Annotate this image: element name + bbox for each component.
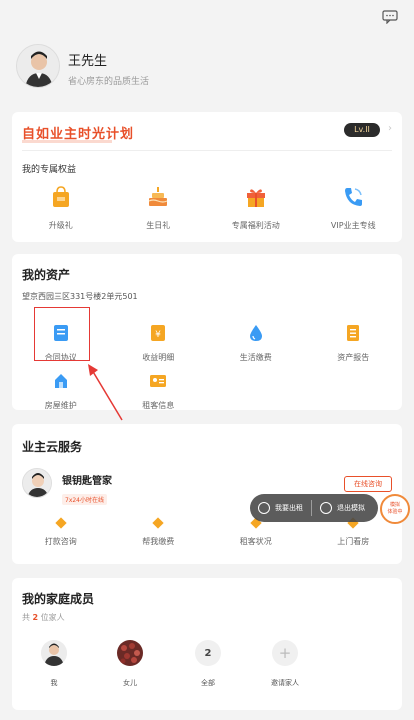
- family-title: 我的家庭成员: [22, 592, 95, 606]
- member-label: 我: [50, 679, 58, 687]
- perks-grid: 升级礼 生日礼 专属福利活动 VIP业主专线: [12, 184, 402, 231]
- phone-icon: [340, 184, 366, 210]
- svg-text:¥: ¥: [155, 330, 161, 340]
- online-consult-button[interactable]: 在线咨询: [344, 476, 392, 492]
- service-pay-bills[interactable]: 帮我缴费: [110, 516, 208, 547]
- member-count-circle: 2: [195, 640, 221, 666]
- asset-label: 租客信息: [142, 401, 175, 410]
- agent-name: 银钥匙管家: [62, 476, 112, 487]
- avatar: [117, 640, 143, 666]
- gift-box-icon: [243, 184, 269, 210]
- owner-plan-card: 自如业主时光计划 Lv.II › 我的专属权益 升级礼 生日礼 专属福利活动 V…: [12, 112, 402, 242]
- invite-family-button[interactable]: + 邀请家人: [265, 640, 305, 688]
- agent-availability-badge: 7x24小时在线: [62, 494, 108, 505]
- family-count: 2: [32, 613, 39, 622]
- tag-icon: [145, 516, 171, 530]
- family-card: 我的家庭成员 共 2 位家人 我 女儿 2 全部 + 邀请家人: [12, 578, 402, 710]
- perk-label: VIP业主专线: [330, 221, 376, 230]
- asset-label: 资产报告: [337, 353, 370, 362]
- agent-avatar[interactable]: [22, 468, 52, 498]
- simulation-toolbar: 我要出租 退出模拟: [250, 494, 378, 522]
- perk-birthday-gift[interactable]: 生日礼: [110, 184, 208, 231]
- app-screen: 王先生 省心房东的品质生活 自如业主时光计划 Lv.II › 我的专属权益 升级…: [0, 0, 414, 720]
- family-count-text: 共 2 位家人: [22, 612, 65, 623]
- service-label: 上门看房: [337, 537, 370, 546]
- simulation-badge[interactable]: 模拟 体验中: [380, 494, 410, 524]
- exit-icon: [320, 502, 332, 514]
- exit-simulation-button[interactable]: 退出模拟: [312, 494, 365, 522]
- income-item[interactable]: ¥ 收益明细: [110, 320, 208, 363]
- service-label: 打款咨询: [44, 537, 77, 546]
- plus-icon: +: [272, 640, 298, 666]
- perk-label: 专属福利活动: [231, 221, 280, 230]
- birthday-cake-icon: [145, 184, 171, 210]
- report-icon: [340, 320, 366, 346]
- simulation-badge-line1: 模拟: [389, 502, 400, 508]
- annotation-arrow-icon: [88, 364, 123, 421]
- tenant-card-icon: [145, 368, 171, 394]
- member-label: 邀请家人: [271, 679, 299, 687]
- rent-out-button[interactable]: 我要出租: [250, 494, 303, 522]
- perks-title: 我的专属权益: [22, 165, 77, 175]
- family-count-prefix: 共: [22, 613, 30, 622]
- rent-out-label: 我要出租: [275, 504, 303, 512]
- house-repair-icon: [48, 368, 74, 394]
- perk-label: 升级礼: [48, 221, 73, 230]
- perk-vip-line[interactable]: VIP业主专线: [305, 184, 403, 231]
- income-icon: ¥: [145, 320, 171, 346]
- owner-plan-title[interactable]: 自如业主时光计划: [22, 123, 134, 142]
- message-icon[interactable]: [382, 10, 398, 24]
- member-label: 全部: [201, 679, 215, 687]
- tag-icon: [48, 516, 74, 530]
- highlight-box: [34, 307, 90, 361]
- member-label: 女儿: [123, 679, 137, 687]
- home-circle-icon: [258, 502, 270, 514]
- perk-upgrade-gift[interactable]: 升级礼: [12, 184, 110, 231]
- profile-subtitle: 省心房东的品质生活: [68, 77, 150, 87]
- member-daughter[interactable]: 女儿: [110, 640, 150, 688]
- level-badge[interactable]: Lv.II: [344, 123, 380, 137]
- assets-card: 我的资产 望京西园三区331号楼2单元501 合同协议 ¥ 收益明细 生活缴费 …: [12, 254, 402, 410]
- cloud-service-title: 业主云服务: [22, 440, 83, 454]
- assets-title: 我的资产: [22, 268, 71, 282]
- service-label: 帮我缴费: [142, 537, 175, 546]
- service-label: 租客状况: [239, 537, 272, 546]
- profile-header[interactable]: 王先生 省心房东的品质生活: [16, 44, 396, 96]
- asset-label: 生活缴费: [239, 353, 272, 362]
- service-payment-inquiry[interactable]: 打款咨询: [12, 516, 110, 547]
- perk-label: 生日礼: [146, 221, 171, 230]
- asset-label: 收益明细: [142, 353, 175, 362]
- member-all[interactable]: 2 全部: [188, 640, 228, 688]
- utility-payment-item[interactable]: 生活缴费: [207, 320, 305, 363]
- exit-simulation-label: 退出模拟: [337, 504, 365, 512]
- chevron-right-icon[interactable]: ›: [388, 123, 392, 134]
- avatar: [41, 640, 67, 666]
- member-count-value: 2: [204, 647, 212, 659]
- perk-exclusive-activity[interactable]: 专属福利活动: [207, 184, 305, 231]
- asset-report-item[interactable]: 资产报告: [305, 320, 403, 363]
- assets-grid-row2: 房屋维护 租客信息: [12, 368, 402, 411]
- profile-name: 王先生: [68, 54, 108, 69]
- gift-bag-icon: [48, 184, 74, 210]
- family-count-suffix: 位家人: [40, 613, 65, 622]
- simulation-badge-line2: 体验中: [387, 509, 403, 515]
- divider: [22, 150, 392, 151]
- property-address[interactable]: 望京西园三区331号楼2单元501: [22, 291, 138, 302]
- avatar[interactable]: [16, 44, 60, 88]
- member-me[interactable]: 我: [34, 640, 74, 688]
- asset-label: 房屋维护: [44, 401, 77, 410]
- utility-drop-icon: [243, 320, 269, 346]
